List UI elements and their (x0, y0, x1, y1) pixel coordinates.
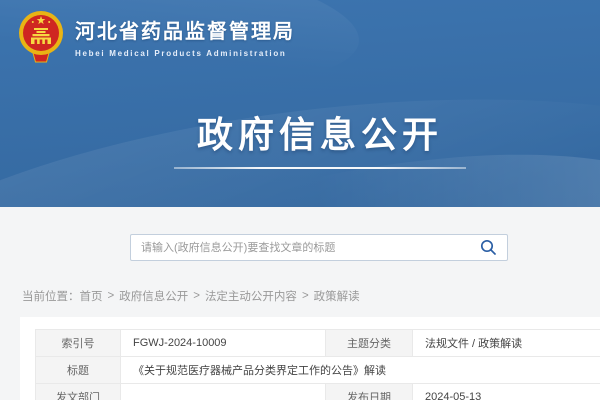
title-label: 标题 (36, 357, 121, 384)
table-row: 发文部门 发布日期 2024-05-13 (36, 384, 600, 400)
site-title: 河北省药品监督管理局 (75, 15, 295, 44)
issuing-department-label: 发文部门 (36, 384, 121, 400)
title-underline (174, 167, 466, 169)
index-number-value: FGWJ-2024-10009 (121, 330, 326, 357)
index-number-label: 索引号 (36, 330, 121, 357)
breadcrumb-separator: > (108, 290, 115, 302)
breadcrumb-item-policy-interpretation[interactable]: 政策解读 (314, 288, 360, 304)
site-header: 河北省药品监督管理局 Hebei Medical Products Admini… (0, 0, 600, 207)
site-title-block: 河北省药品监督管理局 Hebei Medical Products Admini… (75, 15, 295, 58)
search-input[interactable] (131, 235, 469, 260)
page: 河北省药品监督管理局 Hebei Medical Products Admini… (0, 0, 600, 400)
breadcrumb-prefix: 当前位置： (22, 288, 80, 304)
publish-date-label: 发布日期 (326, 384, 413, 400)
breadcrumb-separator: > (302, 290, 309, 302)
breadcrumb-item-home[interactable]: 首页 (80, 288, 103, 304)
search-icon (480, 239, 497, 256)
site-logo[interactable]: 河北省药品监督管理局 Hebei Medical Products Admini… (18, 8, 295, 64)
national-emblem-icon (18, 8, 64, 64)
content-area: 当前位置： 首页 > 政府信息公开 > 法定主动公开内容 > 政策解读 索引号 … (0, 207, 600, 400)
breadcrumb-item-gov-info[interactable]: 政府信息公开 (119, 288, 188, 304)
breadcrumb-item-statutory-disclosure[interactable]: 法定主动公开内容 (205, 288, 297, 304)
subject-category-label: 主题分类 (326, 330, 413, 357)
issuing-department-value (121, 384, 326, 400)
publish-date-value: 2024-05-13 (413, 384, 600, 400)
title-value: 《关于规范医疗器械产品分类界定工作的公告》解读 (121, 357, 600, 384)
breadcrumb: 当前位置： 首页 > 政府信息公开 > 法定主动公开内容 > 政策解读 (22, 288, 360, 304)
subject-category-value: 法规文件 / 政策解读 (413, 330, 600, 357)
search-button[interactable] (469, 235, 507, 260)
table-row: 标题 《关于规范医疗器械产品分类界定工作的公告》解读 (36, 357, 600, 384)
article-meta-card: 索引号 FGWJ-2024-10009 主题分类 法规文件 / 政策解读 标题 … (20, 317, 600, 400)
article-meta-table: 索引号 FGWJ-2024-10009 主题分类 法规文件 / 政策解读 标题 … (35, 329, 600, 400)
search-box (130, 234, 508, 261)
page-title: 政府信息公开 (20, 106, 600, 158)
site-title-english: Hebei Medical Products Administration (75, 49, 295, 58)
table-row: 索引号 FGWJ-2024-10009 主题分类 法规文件 / 政策解读 (36, 330, 600, 357)
breadcrumb-separator: > (193, 290, 200, 302)
